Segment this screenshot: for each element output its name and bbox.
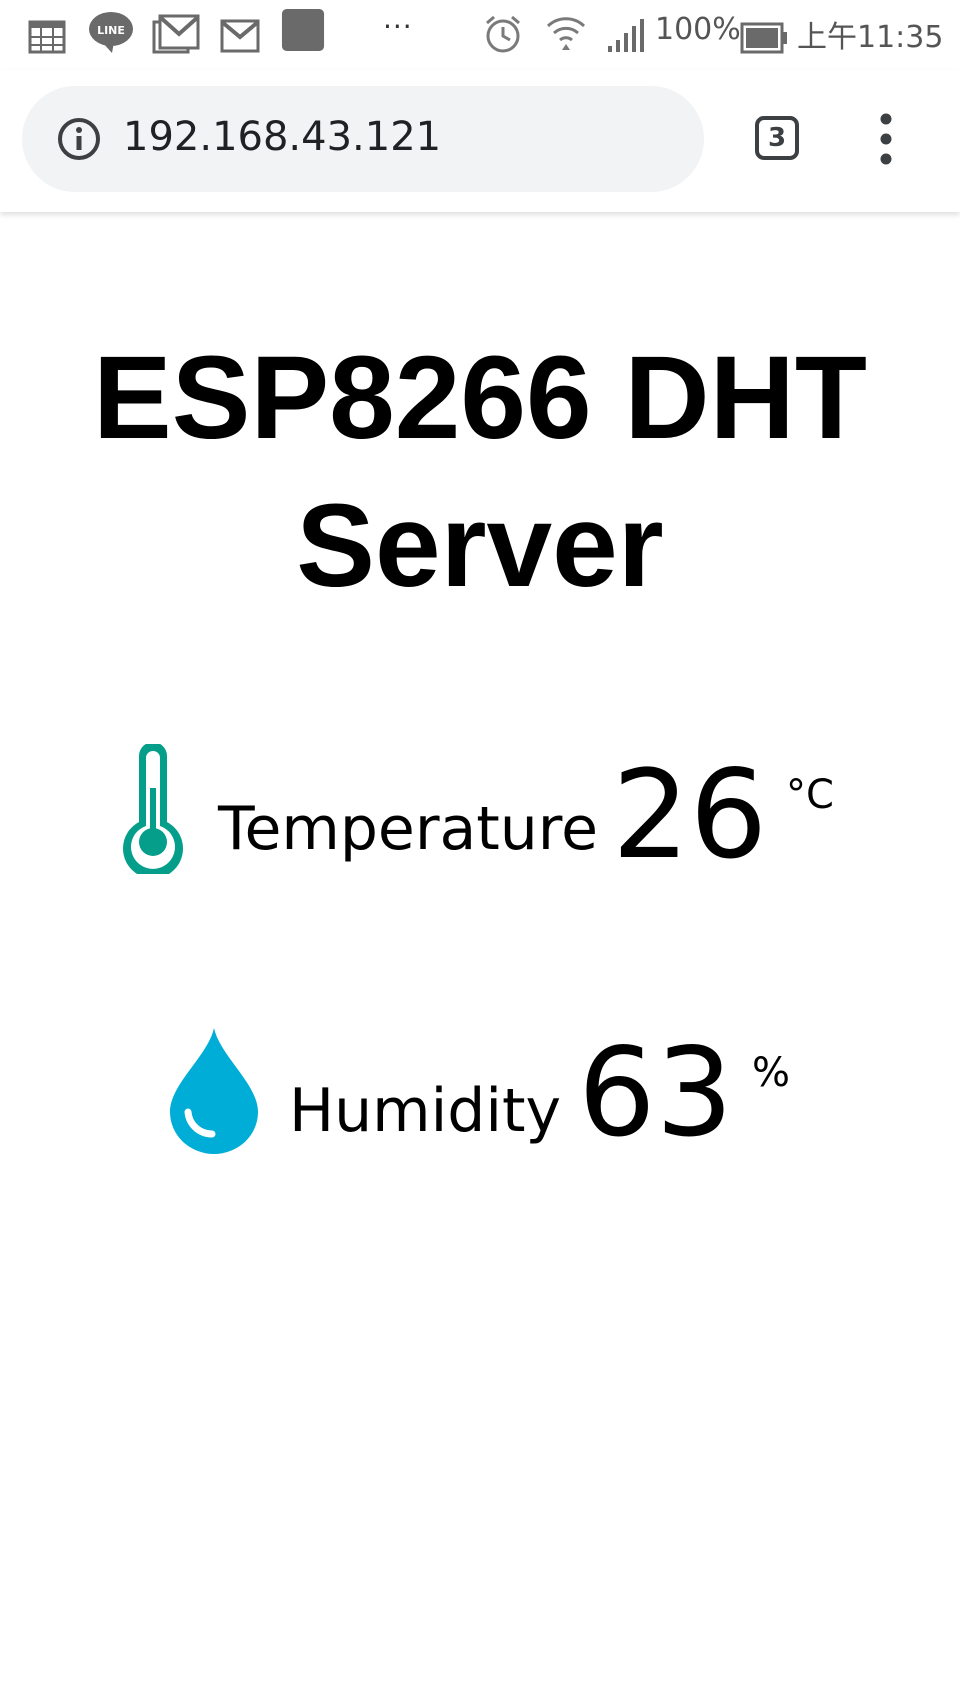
alarm-icon [486,15,520,53]
svg-text:LINE: LINE [97,24,125,37]
omnibox[interactable]: 192.168.43.121 [22,86,704,192]
tab-switcher-button[interactable]: 3 [755,116,799,160]
temperature-value: 26 [612,744,768,886]
humidity-value: 63 [578,1022,734,1164]
temperature-reading: Temperature 26 °C [0,744,960,886]
water-drop-icon [170,1028,258,1154]
gmail-stack-icon [152,14,200,54]
status-bar: LINE ··· 100% 上午11:35 [0,0,960,70]
thermometer-icon [123,744,183,874]
signal-icon [608,19,644,52]
page-title: ESP8266 DHT Server [93,332,867,612]
more-notifications-icon: ··· [383,10,413,43]
calendar-icon [28,20,66,54]
battery-percent: 100% [655,12,741,47]
battery-icon [740,22,787,54]
humidity-unit: % [752,1050,791,1096]
info-icon[interactable] [57,117,101,161]
clock: 上午11:35 [797,20,944,55]
humidity-label: Humidity [289,1076,562,1146]
app-square-icon [281,8,325,52]
more-vert-icon[interactable] [866,112,906,166]
line-app-icon: LINE [89,12,133,53]
browser-toolbar: 192.168.43.121 3 [0,70,960,212]
temperature-label: Temperature [218,794,599,864]
url-text[interactable]: 192.168.43.121 [123,114,441,160]
wifi-icon [546,17,586,50]
web-page: ESP8266 DHT Server Temperature 26 °C Hum… [0,214,960,1706]
humidity-reading: Humidity 63 % [0,1022,960,1170]
temperature-unit: °C [786,772,834,818]
gmail-icon [220,19,260,53]
